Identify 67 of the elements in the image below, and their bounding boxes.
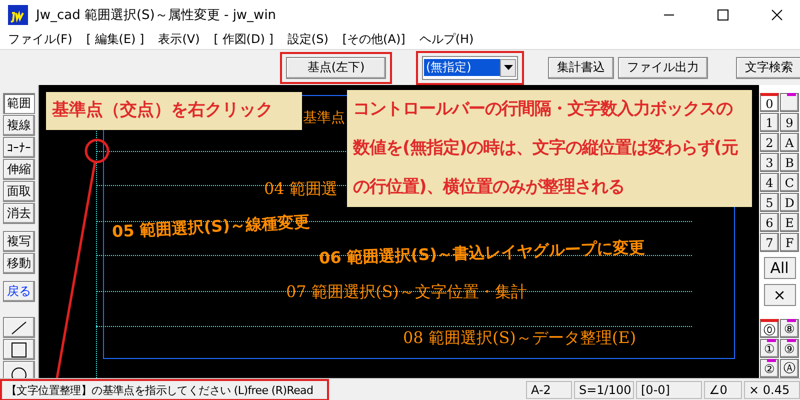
group-button[interactable]: Ⓐ xyxy=(780,359,799,378)
menu-item[interactable]: ヘルプ(H) xyxy=(419,31,474,48)
status-field: S=1/100 xyxy=(574,380,634,398)
group-button[interactable]: ⓪ xyxy=(760,319,779,338)
status-field: [0-0] xyxy=(636,380,702,398)
line-tool-button[interactable] xyxy=(3,317,35,338)
layer-button[interactable]: 9 xyxy=(780,113,799,132)
group-button[interactable]: ⑧ xyxy=(780,319,799,338)
tool-button[interactable]: ｺｰﾅｰ xyxy=(3,137,35,158)
status-field: ∠0 xyxy=(704,380,742,398)
drawing-text: 04 範囲選 xyxy=(264,179,338,200)
layer-button[interactable]: C xyxy=(780,173,799,192)
tool-button[interactable]: 複写 xyxy=(3,231,35,252)
group-button[interactable]: ⑨ xyxy=(780,339,799,358)
base-point-button[interactable]: 基点(左下) xyxy=(286,56,386,78)
toolbar-button[interactable]: 文字検索 xyxy=(736,56,800,78)
caret-icon xyxy=(504,65,512,70)
menu-item[interactable]: ファイル(F) xyxy=(8,31,72,48)
status-message: 【文字位置整理】の基準点を指示してください (L)free (R)Read xyxy=(0,378,329,400)
layer-button[interactable]: 0 xyxy=(760,93,779,112)
group-button[interactable]: ② xyxy=(760,359,779,378)
status-field: × 0.45 xyxy=(744,380,800,398)
tool-button[interactable]: 移動 xyxy=(3,253,35,274)
layer-button[interactable]: 6 xyxy=(760,213,779,232)
menu-item[interactable]: [ 作図(D) ] xyxy=(214,31,274,48)
tool-button[interactable]: 伸縮 xyxy=(3,159,35,180)
layer-button[interactable]: D xyxy=(780,193,799,212)
layer-button[interactable]: E xyxy=(780,213,799,232)
layer-button[interactable]: 7 xyxy=(760,233,779,252)
layer-button[interactable]: 3 xyxy=(760,153,779,172)
menu-item[interactable]: [ 編集(E) ] xyxy=(86,31,144,48)
group-button[interactable]: ① xyxy=(760,339,779,358)
annotation-note: コントロールバーの行間隔・文字数入力ボックスの数値を(無指定)の時は、文字の縦位置は変わらず(元の行位置)、横位置のみが整理される xyxy=(347,90,752,207)
menu-item[interactable]: 表示(V) xyxy=(158,31,200,48)
tool-button[interactable]: 消去 xyxy=(3,203,35,224)
layer-button[interactable]: 5 xyxy=(760,193,779,212)
status-field: A-2 xyxy=(526,380,572,398)
layer-toggle-button[interactable]: × xyxy=(764,284,796,306)
layer-button[interactable]: B xyxy=(780,153,799,172)
menu-item[interactable]: 設定(S) xyxy=(287,31,328,48)
layer-toggle-button[interactable]: All xyxy=(764,257,796,279)
spacing-dropdown[interactable]: (無指定) xyxy=(422,56,518,80)
rect-icon xyxy=(9,340,29,358)
tool-button[interactable]: 複線 xyxy=(3,115,35,136)
line-icon xyxy=(9,318,29,336)
tool-button[interactable]: 面取 xyxy=(3,181,35,202)
annotation-note: 基準点（交点）を右クリック xyxy=(46,92,302,130)
menu-item[interactable]: [その他(A)] xyxy=(342,31,406,48)
circle-tool-button[interactable] xyxy=(3,361,35,378)
rect-tool-button[interactable] xyxy=(3,339,35,360)
drawing-text: 05 範囲選択(S)～線種変更 xyxy=(112,212,310,244)
drawing-text: 基準点 xyxy=(303,109,345,127)
toolbar-button[interactable]: ファイル出力 xyxy=(618,56,708,78)
drawing-text: 08 範囲選択(S)～データ整理(E) xyxy=(403,328,636,349)
layer-button[interactable]: A xyxy=(780,133,799,152)
layer-button[interactable]: 4 xyxy=(760,173,779,192)
toolbar-button[interactable]: 集計書込 xyxy=(548,56,614,78)
drawing-text: 06 範囲選択(S)～書込レイヤグループに変更 xyxy=(318,237,646,270)
layer-button[interactable]: 2 xyxy=(760,133,779,152)
undo-button[interactable]: 戻る xyxy=(3,281,35,302)
window-title: Jw_cad 範囲選択(S)～属性変更 - jw_win xyxy=(36,7,278,24)
layer-button[interactable] xyxy=(780,93,799,112)
drawing-text: 07 範囲選択(S)～文字位置・集計 xyxy=(286,282,527,303)
layer-button[interactable]: F xyxy=(780,233,799,252)
tool-button[interactable]: 範囲 xyxy=(3,93,35,114)
layer-button[interactable]: 1 xyxy=(760,113,779,132)
app-icon xyxy=(8,5,28,25)
